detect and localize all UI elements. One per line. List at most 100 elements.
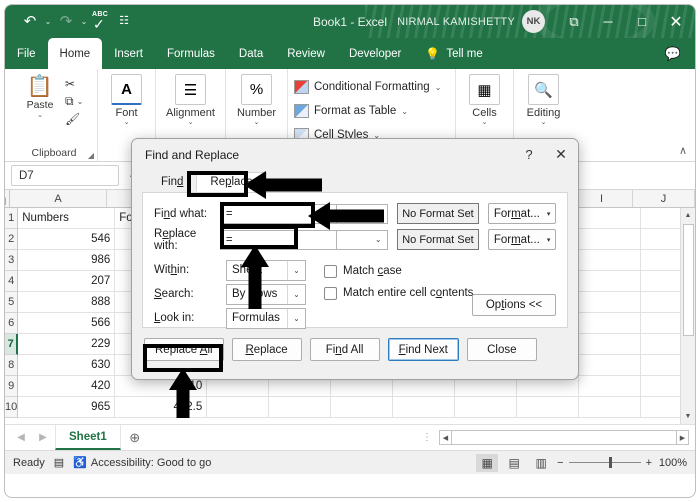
collapse-ribbon-icon[interactable]: ∧ <box>679 144 687 157</box>
chevron-down-icon[interactable]: ⌄ <box>287 308 305 328</box>
conditional-formatting-button[interactable]: Conditional Formatting ⌄ <box>294 76 441 98</box>
row-header-7[interactable]: 7 <box>5 334 19 355</box>
cell-I1[interactable] <box>579 208 642 228</box>
vertical-scroll-thumb[interactable] <box>682 224 694 336</box>
name-box[interactable]: D7 <box>11 165 119 186</box>
font-caret-icon[interactable]: ⌄ <box>124 119 130 126</box>
scroll-down-icon[interactable]: ▼ <box>681 409 696 424</box>
cell-I6[interactable] <box>579 313 642 333</box>
page-break-view-icon[interactable]: ▥ <box>530 454 552 472</box>
cell-I5[interactable] <box>579 292 642 312</box>
accessibility-status[interactable]: ♿ Accessibility: Good to go <box>73 456 211 470</box>
clipboard-dialog-launcher-icon[interactable]: ◢ <box>88 151 94 160</box>
row-header-6[interactable]: 6 <box>5 313 19 334</box>
cell-A1[interactable]: Numbers <box>18 208 116 228</box>
tab-home[interactable]: Home <box>47 38 103 69</box>
sheet-bar-split-handle[interactable]: ⋮ <box>422 432 437 443</box>
cell-A2[interactable]: 546 <box>18 229 116 249</box>
editing-caret-icon[interactable]: ⌄ <box>541 119 547 126</box>
row-header-9[interactable]: 9 <box>5 376 19 397</box>
paste-caret-icon[interactable]: ⌄ <box>37 111 43 119</box>
cell-I7[interactable] <box>579 334 642 354</box>
customize-qat-icon[interactable]: ☷ <box>113 11 135 33</box>
row-header-8[interactable]: 8 <box>5 355 19 376</box>
cell-D10[interactable] <box>269 397 332 417</box>
match-entire-row[interactable]: Match entire cell contents <box>324 282 473 304</box>
cell-A3[interactable]: 986 <box>18 250 116 270</box>
cell-I9[interactable] <box>579 376 642 396</box>
cell-F10[interactable] <box>393 397 456 417</box>
sheet-tab-sheet1[interactable]: Sheet1 <box>55 425 121 450</box>
chevron-down-icon[interactable]: ⌄ <box>287 284 305 304</box>
redo-icon[interactable]: ↷ <box>55 11 77 33</box>
cell-I4[interactable] <box>579 271 642 291</box>
row-header-10[interactable]: 10 <box>5 397 19 418</box>
format-as-table-button[interactable]: Format as Table ⌄ <box>294 100 408 122</box>
alignment-button[interactable]: ☰ Alignment ⌄ <box>162 74 219 126</box>
avatar[interactable]: NK <box>522 10 545 33</box>
undo-icon[interactable]: ↶ <box>19 11 41 33</box>
tab-data[interactable]: Data <box>227 38 275 69</box>
cell-H10[interactable] <box>517 397 580 417</box>
minimize-icon[interactable]: ─ <box>591 5 625 38</box>
match-case-checkbox[interactable] <box>324 264 337 278</box>
find-next-button[interactable]: Find Next <box>387 338 459 361</box>
paste-button[interactable]: 📋 Paste ⌄ <box>17 74 63 120</box>
alignment-caret-icon[interactable]: ⌄ <box>188 119 194 126</box>
tab-file[interactable]: File <box>5 38 48 69</box>
undo-dropdown-icon[interactable]: ⌄ <box>43 17 53 26</box>
chevron-down-icon[interactable]: ⌄ <box>370 231 387 249</box>
spelling-icon[interactable]: ABC ✓ <box>91 11 111 33</box>
cell-I8[interactable] <box>579 355 642 375</box>
row-header-2[interactable]: 2 <box>5 229 19 250</box>
next-sheet-icon[interactable]: ▶ <box>33 432 53 443</box>
cell-A6[interactable]: 566 <box>18 313 116 333</box>
zoom-slider-knob[interactable] <box>608 457 612 468</box>
cell-A9[interactable]: 420 <box>18 376 116 396</box>
zoom-in-icon[interactable]: + <box>646 457 652 469</box>
cell-A10[interactable]: 965 <box>18 397 116 417</box>
format-painter-button[interactable]: 🖌 <box>65 112 83 126</box>
number-caret-icon[interactable]: ⌄ <box>254 119 260 126</box>
replace-format-caret-icon[interactable]: ▾ <box>547 236 551 244</box>
find-all-button[interactable]: Find All <box>309 338 380 361</box>
chevron-down-icon[interactable]: ⌄ <box>287 260 305 280</box>
find-format-caret-icon[interactable]: ▾ <box>547 210 551 218</box>
options-button[interactable]: Options << <box>472 294 556 316</box>
add-sheet-icon[interactable]: ⊕ <box>123 430 147 446</box>
zoom-out-icon[interactable]: − <box>557 457 563 469</box>
cell-I10[interactable] <box>579 397 642 417</box>
copy-caret-icon[interactable]: ⌄ <box>77 97 84 106</box>
hscroll-right-icon[interactable]: ▶ <box>676 430 689 445</box>
format-as-table-caret-icon[interactable]: ⌄ <box>401 107 408 116</box>
comments-icon[interactable]: 💬 <box>665 38 695 69</box>
replace-format-button[interactable]: Format... ▾ <box>488 229 557 250</box>
dialog-close-icon[interactable]: ✕ <box>544 146 578 163</box>
match-case-row[interactable]: Match case <box>324 260 473 282</box>
column-header-J[interactable]: J <box>633 190 695 207</box>
ribbon-display-options-icon[interactable]: ⧉ <box>557 5 591 38</box>
lookin-select[interactable]: Formulas ⌄ <box>226 307 306 329</box>
cell-A5[interactable]: 888 <box>18 292 116 312</box>
cell-A8[interactable]: 630 <box>18 355 116 375</box>
row-header-5[interactable]: 5 <box>5 292 19 313</box>
row-header-3[interactable]: 3 <box>5 250 19 271</box>
cut-button[interactable]: ✂ <box>65 77 83 91</box>
row-header-1[interactable]: 1 <box>5 208 19 229</box>
number-button[interactable]: % Number ⌄ <box>232 74 281 126</box>
tab-review[interactable]: Review <box>275 38 337 69</box>
column-header-I[interactable]: I <box>571 190 633 207</box>
select-all-corner[interactable] <box>5 190 10 207</box>
row-header-4[interactable]: 4 <box>5 271 19 292</box>
column-header-A[interactable]: A <box>10 190 107 207</box>
horizontal-scrollbar[interactable]: ◀ ▶ <box>439 430 689 446</box>
cell-C10[interactable] <box>207 397 270 417</box>
tab-developer[interactable]: Developer <box>337 38 413 69</box>
scroll-up-icon[interactable]: ▲ <box>681 208 696 223</box>
page-layout-view-icon[interactable]: ▤ <box>503 454 525 472</box>
find-format-button[interactable]: Format... ▾ <box>488 203 557 224</box>
zoom-level-label[interactable]: 100% <box>657 457 687 469</box>
close-button[interactable]: Close <box>466 338 537 361</box>
zoom-slider-track[interactable] <box>568 457 641 468</box>
help-icon[interactable]: ? <box>514 147 544 162</box>
